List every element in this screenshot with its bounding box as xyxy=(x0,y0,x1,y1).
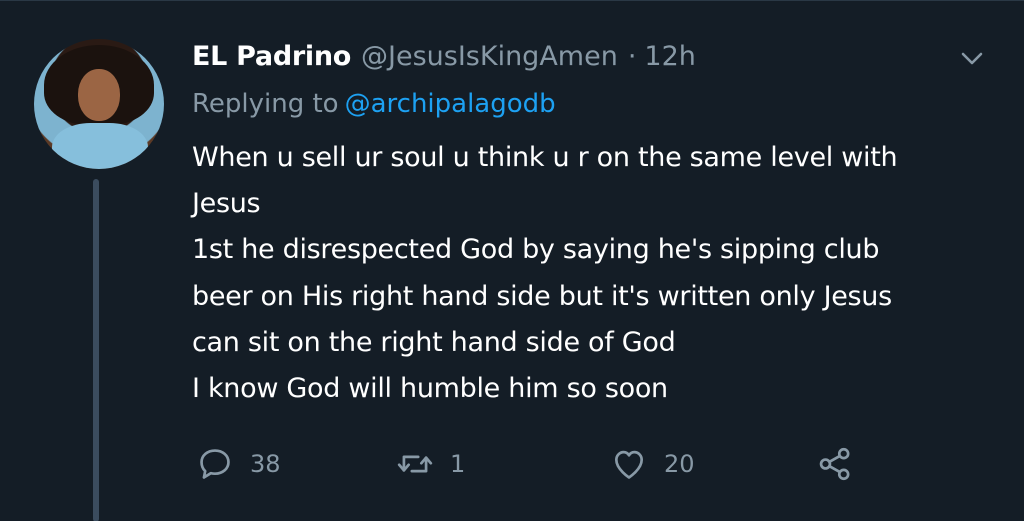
tweet-text: When u sell ur soul u think u r on the s… xyxy=(192,135,1002,412)
reply-button[interactable]: 38 xyxy=(196,441,281,487)
tweet-text-line: can sit on the right hand side of God xyxy=(192,326,676,358)
share-button[interactable] xyxy=(816,441,854,487)
share-icon xyxy=(819,447,850,481)
reply-mention-link[interactable]: @archipalagodb xyxy=(345,89,556,119)
separator-dot: · xyxy=(627,41,637,72)
display-name[interactable]: EL Padrino xyxy=(192,41,351,72)
like-button[interactable]: 20 xyxy=(610,441,695,487)
thread-line xyxy=(93,179,99,521)
tweet-text-line: 1st he disrespected God by saying he's s… xyxy=(192,234,880,266)
timestamp[interactable]: 12h xyxy=(644,41,695,72)
avatar-shirt xyxy=(52,123,148,169)
tweet-text-line: beer on His right hand side but it's wri… xyxy=(192,280,892,312)
tweet-actions: 38 1 20 xyxy=(196,441,896,491)
tweet-card[interactable]: EL Padrino @JesusIsKingAmen · 12h Replyi… xyxy=(0,0,1024,521)
tweet-text-line: When u sell ur soul u think u r on the s… xyxy=(192,142,898,173)
avatar-face xyxy=(78,69,120,121)
retweet-button[interactable]: 1 xyxy=(396,441,465,487)
replying-to: Replying to @archipalagodb xyxy=(192,89,1002,129)
reply-count: 38 xyxy=(250,450,281,478)
tweet-text-line: I know God will humble him so soon xyxy=(192,373,668,405)
user-handle[interactable]: @JesusIsKingAmen xyxy=(361,41,618,72)
tweet-content: EL Padrino @JesusIsKingAmen · 12h Replyi… xyxy=(192,41,1002,412)
like-count: 20 xyxy=(664,450,695,478)
reply-icon xyxy=(200,449,230,479)
tweet-text-line: Jesus xyxy=(192,188,261,220)
replying-prefix: Replying to xyxy=(192,89,339,119)
retweet-icon xyxy=(397,455,433,473)
tweet-header: EL Padrino @JesusIsKingAmen · 12h xyxy=(192,41,1002,77)
heart-icon xyxy=(614,450,644,479)
avatar[interactable] xyxy=(34,39,164,169)
retweet-count: 1 xyxy=(450,450,466,478)
